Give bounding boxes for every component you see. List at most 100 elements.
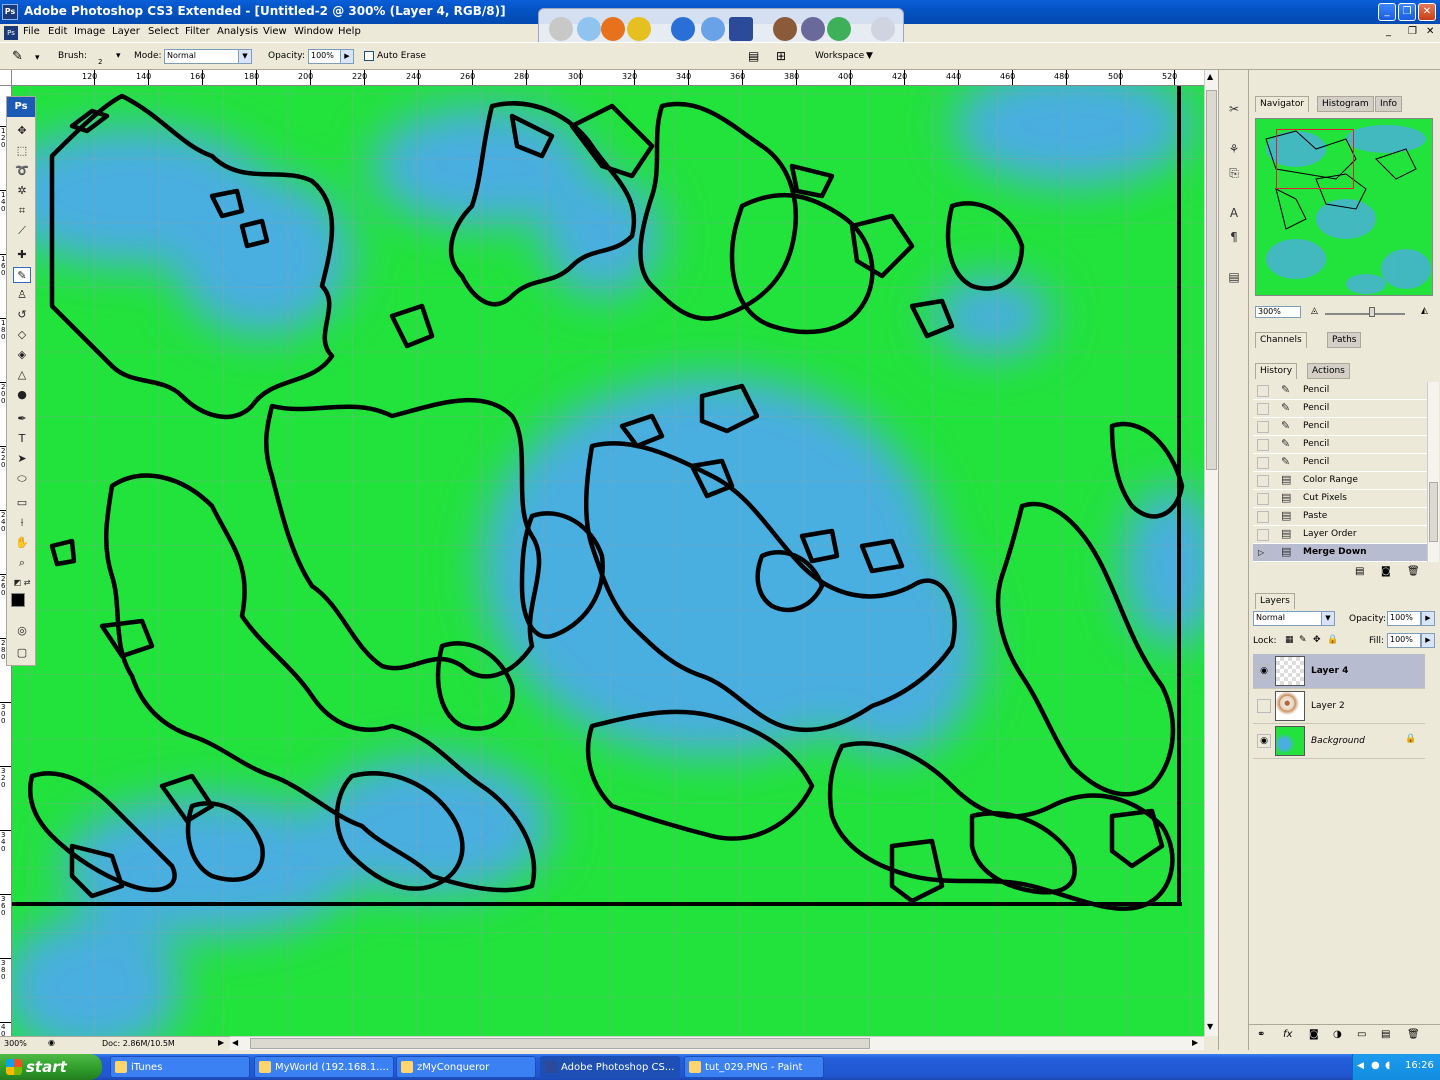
e-icon[interactable] [549, 17, 573, 41]
navigator-preview[interactable] [1255, 118, 1433, 296]
notes-tool-icon[interactable]: ▭ [13, 495, 31, 511]
visibility-eye-icon[interactable]: ◉ [1257, 664, 1271, 678]
pencil-tool-icon[interactable]: ✎ [12, 49, 23, 64]
history-snapshot-box[interactable] [1257, 511, 1269, 523]
history-brush-tool-icon[interactable]: ↺ [13, 307, 31, 323]
ball-icon[interactable] [627, 17, 651, 41]
tab-histogram[interactable]: Histogram [1317, 96, 1374, 112]
lasso-tool-icon[interactable]: ➰ [13, 163, 31, 179]
marquee-tool-icon[interactable]: ⬚ [13, 143, 31, 159]
scroll-up-icon[interactable]: ▲ [1207, 72, 1213, 81]
taskbar-item-paint[interactable]: tut_029.PNG - Paint [684, 1056, 824, 1078]
layer-row-layer-4[interactable]: ◉ Layer 4 [1253, 654, 1425, 689]
workspace-dropdown-icon[interactable]: ▼ [866, 51, 873, 61]
history-item[interactable]: ✎ Pencil [1253, 400, 1427, 418]
zoom-in-icon[interactable]: ◭ [1421, 306, 1428, 316]
menu-view[interactable]: View [263, 26, 287, 37]
map-artwork[interactable] [12, 86, 1204, 1036]
firefox-icon[interactable] [601, 17, 625, 41]
history-item[interactable]: ▤ Paste [1253, 508, 1427, 526]
new-document-from-state-icon[interactable]: ▤ [1355, 566, 1364, 577]
tool-presets-icon[interactable]: ✂ [1224, 98, 1244, 118]
menu-analysis[interactable]: Analysis [217, 26, 258, 37]
minimize-button[interactable]: _ [1378, 3, 1396, 21]
status-menu-icon[interactable]: ▶ [218, 1038, 224, 1047]
taskbar-item-photoshop[interactable]: Adobe Photoshop CS... [540, 1056, 680, 1078]
layer-blend-mode-select[interactable]: Normal [1253, 611, 1323, 626]
network-icon[interactable] [577, 17, 601, 41]
maximize-button[interactable]: ❐ [1398, 3, 1416, 21]
history-item[interactable]: ▤ Color Range [1253, 472, 1427, 490]
layer-mask-icon[interactable]: ◙ [1309, 1029, 1319, 1040]
history-scrollbar[interactable] [1427, 382, 1439, 562]
brush-picker-arrow-icon[interactable]: ▾ [116, 51, 121, 61]
menu-image[interactable]: Image [74, 26, 105, 37]
ruler-origin[interactable] [0, 70, 12, 86]
scroll-down-icon[interactable]: ▼ [1207, 1022, 1213, 1031]
zoom-level[interactable]: 300% [4, 1039, 27, 1048]
paragraph-icon[interactable]: ¶ [1224, 226, 1244, 246]
doc-minimize-button[interactable]: _ [1386, 26, 1391, 37]
quick-mask-icon[interactable]: ◎ [13, 623, 31, 639]
foreground-color-swatch[interactable] [11, 593, 25, 607]
itunes-icon[interactable] [701, 17, 725, 41]
brushes-icon[interactable]: ⚘ [1224, 138, 1244, 158]
trash-icon[interactable]: 🗑 [1407, 566, 1420, 577]
tab-navigator[interactable]: Navigator [1255, 96, 1310, 112]
path-selection-tool-icon[interactable]: ➤ [13, 451, 31, 467]
status-info-icon[interactable]: ◉ [48, 1038, 55, 1047]
plant-icon[interactable] [827, 17, 851, 41]
hand-tool-icon[interactable]: ✋ [13, 535, 31, 551]
navigator-view-frame[interactable] [1276, 129, 1354, 189]
tab-history[interactable]: History [1255, 363, 1298, 379]
tab-info[interactable]: Info [1375, 96, 1403, 112]
delete-layer-icon[interactable]: 🗑 [1407, 1029, 1420, 1040]
history-snapshot-box[interactable] [1257, 493, 1269, 505]
history-item[interactable]: ✎ Pencil [1253, 454, 1427, 472]
layer-row-layer-2[interactable]: Layer 2 [1253, 689, 1425, 724]
history-scroll-thumb[interactable] [1429, 482, 1438, 542]
history-item[interactable]: ✎ Pencil [1253, 418, 1427, 436]
document-canvas[interactable] [12, 86, 1204, 1036]
tool-preset-dropdown-icon[interactable]: ▾ [35, 53, 40, 63]
tab-layers[interactable]: Layers [1255, 593, 1295, 609]
opacity-slider-icon[interactable]: ▶ [340, 49, 354, 64]
tab-actions[interactable]: Actions [1307, 363, 1350, 379]
healing-brush-tool-icon[interactable]: ✚ [13, 247, 31, 263]
workspace-button[interactable]: Workspace [815, 51, 864, 61]
menu-select[interactable]: Select [148, 26, 179, 37]
close-button[interactable]: ✕ [1418, 3, 1436, 21]
history-snapshot-box[interactable] [1257, 439, 1269, 451]
layer-comps-icon[interactable]: ▤ [1224, 266, 1244, 286]
palette-well-icon[interactable]: ▤ [748, 49, 759, 63]
layer-style-icon[interactable]: fx [1283, 1029, 1292, 1040]
history-item[interactable]: ✎ Pencil [1253, 436, 1427, 454]
visibility-toggle-empty[interactable] [1257, 699, 1271, 713]
fill-input[interactable]: 100% [1387, 633, 1421, 648]
network-tray-icon[interactable]: ● [1371, 1060, 1380, 1071]
menu-filter[interactable]: Filter [185, 26, 210, 37]
magic-wand-tool-icon[interactable]: ✲ [13, 183, 31, 199]
navigator-zoom-slider[interactable] [1325, 313, 1405, 315]
history-item[interactable]: ▤ Layer Order [1253, 526, 1427, 544]
lock-transparency-icon[interactable]: ▦ [1285, 635, 1294, 645]
shape-tool-icon[interactable]: ⬭ [13, 471, 31, 487]
type-tool-icon[interactable]: T [13, 431, 31, 447]
menu-help[interactable]: Help [338, 26, 361, 37]
zoom-tool-icon[interactable]: ⌕ [13, 555, 31, 571]
slice-tool-icon[interactable]: ⟋ [13, 223, 31, 239]
history-snapshot-box[interactable] [1257, 403, 1269, 415]
eyedropper-tool-icon[interactable]: ⟊ [13, 515, 31, 531]
taskbar-item-myworld[interactable]: MyWorld (192.168.1.... [254, 1056, 394, 1078]
menu-layer[interactable]: Layer [112, 26, 140, 37]
doc-close-button[interactable]: ✕ [1426, 26, 1434, 37]
layer-row-background[interactable]: ◉ Background 🔒 [1253, 724, 1425, 759]
horizontal-scroll-thumb[interactable] [250, 1038, 870, 1049]
history-item-selected[interactable]: ▷ ▤ Merge Down [1253, 544, 1427, 562]
blur-tool-icon[interactable]: △ [13, 367, 31, 383]
history-item[interactable]: ✎ Pencil [1253, 382, 1427, 400]
start-button[interactable]: start [0, 1054, 102, 1080]
blend-mode-dropdown-icon[interactable]: ▼ [1321, 611, 1335, 626]
lock-position-icon[interactable]: ✥ [1313, 635, 1321, 645]
doc-restore-button[interactable]: ❐ [1408, 26, 1417, 37]
